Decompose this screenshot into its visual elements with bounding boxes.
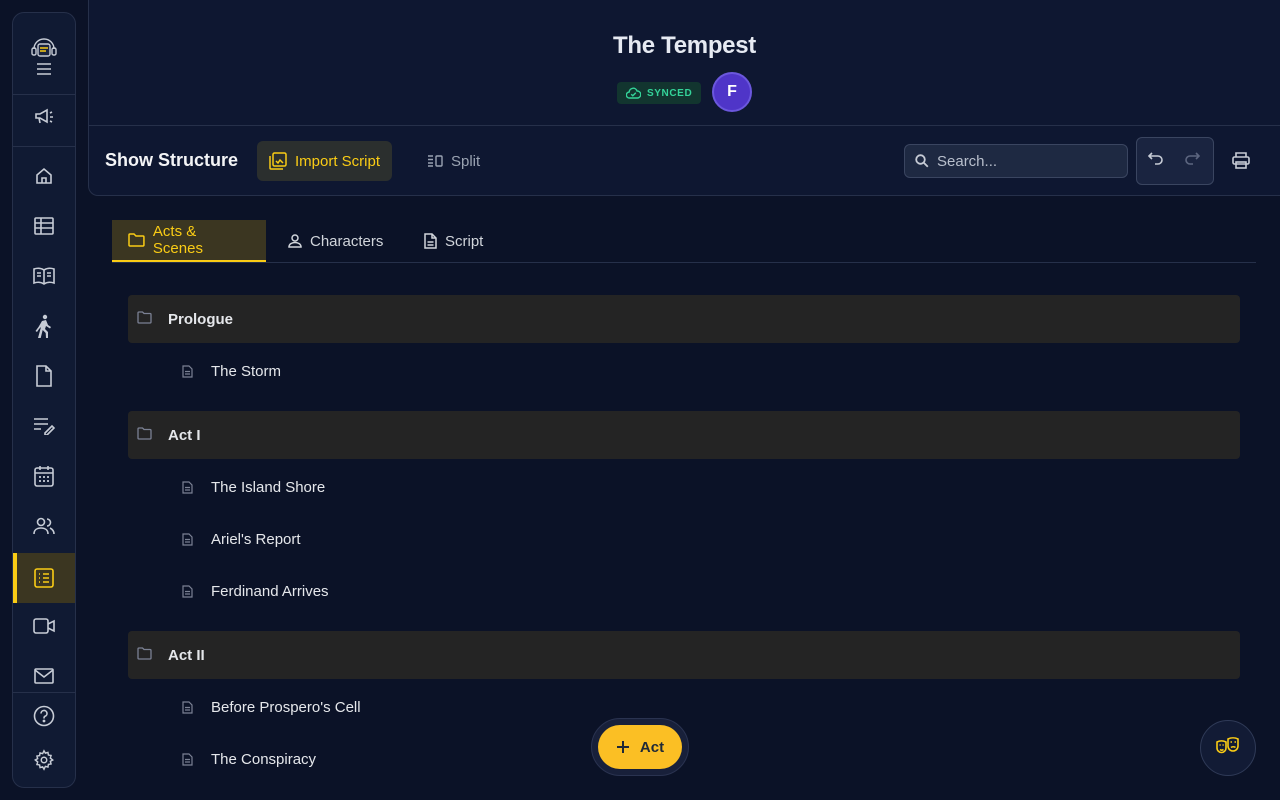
tab-characters[interactable]: Characters [272, 220, 399, 262]
document-icon [182, 700, 193, 714]
help-icon[interactable] [13, 691, 75, 741]
undo-icon[interactable] [1147, 150, 1165, 168]
scene-row[interactable]: Before Prospero's Cell [182, 695, 361, 719]
import-script-button[interactable]: Import Script [257, 141, 393, 181]
print-icon[interactable] [1232, 152, 1250, 169]
edit-list-icon[interactable] [13, 401, 75, 451]
import-script-label: Import Script [295, 152, 381, 170]
folder-icon [128, 233, 145, 247]
table-icon[interactable] [13, 201, 75, 251]
plus-icon [616, 741, 629, 753]
scene-title: Before Prospero's Cell [211, 698, 361, 716]
act-title: Act II [168, 646, 205, 664]
tab-acts-scenes[interactable]: Acts & Scenes [112, 220, 266, 262]
sync-status-label: SYNCED [647, 87, 693, 99]
tab-characters-label: Characters [310, 232, 384, 250]
act-title: Prologue [168, 310, 234, 328]
scene-title: The Island Shore [211, 478, 326, 496]
section-title: Show Structure [105, 150, 239, 170]
search-input[interactable] [937, 152, 1117, 170]
scene-row[interactable]: The Storm [182, 359, 281, 383]
document-icon [182, 752, 193, 766]
undo-redo-group [1136, 137, 1214, 185]
tab-bar: Acts & Scenes Characters Script [112, 220, 1256, 263]
theatre-masks-icon[interactable] [1200, 720, 1256, 776]
document-icon [182, 480, 193, 494]
folder-icon [137, 311, 152, 324]
walking-person-icon[interactable] [13, 301, 75, 351]
act-row[interactable]: Act II [128, 631, 1240, 679]
list-icon[interactable] [13, 553, 75, 603]
sidebar [12, 12, 76, 788]
scene-title: Ariel's Report [211, 530, 301, 548]
people-icon[interactable] [13, 501, 75, 551]
scene-row[interactable]: The Conspiracy [182, 747, 316, 771]
document-icon [182, 532, 193, 546]
scene-row[interactable]: Ariel's Report [182, 527, 301, 551]
document-icon [424, 233, 437, 249]
video-icon[interactable] [13, 601, 75, 651]
document-icon[interactable] [13, 351, 75, 401]
person-icon [288, 234, 302, 248]
act-row[interactable]: Act I [128, 411, 1240, 459]
folder-icon [137, 647, 152, 660]
sync-status-badge: SYNCED [617, 82, 702, 104]
user-avatar[interactable]: F [712, 72, 752, 112]
search-icon [915, 154, 929, 168]
redo-icon[interactable] [1183, 150, 1201, 168]
scene-row[interactable]: Ferdinand Arrives [182, 579, 329, 603]
add-act-label: Act [639, 738, 665, 756]
calendar-icon[interactable] [13, 451, 75, 501]
tab-acts-scenes-label: Acts & Scenes [152, 223, 203, 257]
scene-title: The Conspiracy [211, 750, 317, 768]
search-box [904, 144, 1128, 178]
megaphone-icon[interactable] [13, 92, 75, 142]
page-title: The Tempest [613, 32, 756, 59]
title-area: The Tempest SYNCED F [89, 0, 1280, 126]
home-icon[interactable] [13, 151, 75, 201]
tab-script[interactable]: Script [408, 220, 499, 262]
tab-script-label: Script [445, 232, 484, 250]
split-label: Split [451, 152, 481, 170]
header: The Tempest SYNCED F Show Structure Impo… [88, 0, 1280, 196]
cloud-check-icon [626, 87, 641, 99]
import-icon [269, 152, 287, 170]
menu-icon[interactable] [13, 44, 75, 94]
scene-title: The Storm [211, 362, 282, 380]
document-icon [182, 364, 193, 378]
split-button[interactable]: Split [427, 141, 480, 181]
book-icon[interactable] [13, 251, 75, 301]
act-row[interactable]: Prologue [128, 295, 1240, 343]
act-title: Act I [168, 426, 201, 444]
scene-title: Ferdinand Arrives [211, 582, 329, 600]
add-act-button[interactable]: Act [598, 725, 682, 769]
gear-icon[interactable] [13, 735, 75, 785]
scene-row[interactable]: The Island Shore [182, 475, 325, 499]
split-view-icon [428, 155, 443, 167]
document-icon [182, 584, 193, 598]
folder-icon [137, 427, 152, 440]
